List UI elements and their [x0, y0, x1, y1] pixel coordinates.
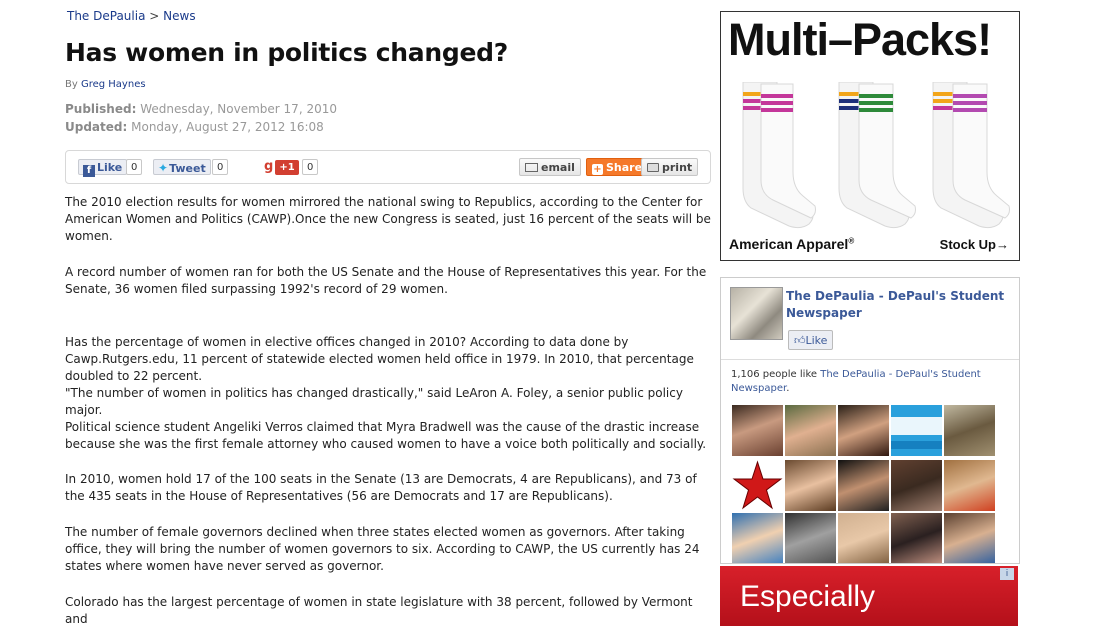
tweet-button[interactable]: ✦Tweet — [153, 159, 211, 175]
facebook-like-box: The DePaulia - DePaul's Student Newspape… — [720, 277, 1020, 564]
facebook-like-label: Like — [97, 161, 123, 174]
share-label: Share — [606, 161, 643, 174]
ad-headline: Multi–Packs! — [728, 14, 992, 65]
article-dates: Published: Wednesday, November 17, 2010 … — [65, 100, 337, 136]
fan-avatar[interactable] — [785, 405, 836, 456]
sock-pack-image — [742, 82, 816, 229]
google-plus-button[interactable]: g +1 — [264, 159, 299, 175]
tweet-count: 0 — [212, 159, 229, 175]
breadcrumb: The DePaulia > News — [67, 9, 196, 23]
divider — [721, 359, 1019, 360]
published-label: Published: — [65, 102, 137, 116]
sock-pack-image — [838, 82, 916, 229]
share-button[interactable]: + Share — [586, 158, 649, 176]
sock-pack-image — [932, 82, 1010, 229]
fan-avatar[interactable] — [732, 405, 783, 456]
print-button[interactable]: print — [641, 158, 699, 176]
breadcrumb-site-link[interactable]: The DePaulia — [67, 9, 145, 23]
google-icon: g — [264, 159, 274, 174]
article-paragraph: Colorado has the largest percentage of w… — [65, 595, 693, 626]
advertisement-banner-bottom[interactable]: Especially i — [720, 566, 1018, 626]
twitter-icon: ✦ — [158, 161, 169, 175]
printer-icon — [647, 163, 659, 172]
fan-avatar[interactable] — [732, 460, 783, 511]
fan-count-end: . — [786, 383, 790, 394]
page-margin — [1023, 0, 1115, 612]
page-title: Has women in politics changed? — [65, 38, 508, 67]
facebook-page-like-button[interactable]: 👍︎Like — [788, 330, 834, 350]
envelope-icon — [525, 163, 538, 172]
fan-avatar[interactable] — [944, 513, 995, 563]
print-label: print — [662, 161, 693, 174]
published-date: Wednesday, November 17, 2010 — [140, 102, 337, 116]
google-plus-label: +1 — [275, 160, 299, 175]
fan-avatar-graphic — [891, 405, 942, 456]
sock-image — [858, 83, 916, 219]
updated-date: Monday, August 27, 2012 16:08 — [131, 120, 324, 134]
ad-brand-label: American Apparel — [729, 236, 849, 252]
ad-brand-mark: ® — [848, 236, 855, 246]
article-paragraph: "The number of women in politics has cha… — [65, 386, 683, 417]
fan-avatar[interactable] — [944, 405, 995, 456]
fan-avatar[interactable] — [785, 513, 836, 563]
facebook-page-name[interactable]: The DePaulia - DePaul's Student Newspape… — [786, 288, 1014, 322]
ad-choices-icon[interactable]: i — [1000, 568, 1014, 580]
article-paragraph: The 2010 election results for women mirr… — [65, 195, 711, 243]
plus-icon: + — [592, 164, 603, 175]
ad-brand-name: American Apparel® — [729, 236, 854, 252]
page-thumbnail-image[interactable] — [730, 287, 783, 340]
email-label: email — [541, 161, 575, 174]
article-paragraph: A record number of women ran for both th… — [65, 265, 707, 296]
fan-avatar[interactable] — [838, 460, 889, 511]
ad-bottom-text: Especially — [740, 580, 876, 613]
google-plus-count: 0 — [302, 159, 319, 175]
sock-image — [952, 83, 1010, 219]
fan-avatar[interactable] — [891, 460, 942, 511]
share-bar: f Like 0 ✦Tweet 0 g +1 0 email + Share prin… — [65, 150, 711, 184]
facebook-page-like-label: Like — [805, 334, 828, 347]
article-paragraph: Has the percentage of women in elective … — [65, 335, 694, 383]
byline: By Greg Haynes — [65, 79, 146, 90]
article-paragraph: In 2010, women hold 17 of the 100 seats … — [65, 472, 697, 503]
fan-avatar[interactable] — [838, 405, 889, 456]
article-paragraph: Political science student Angeliki Verro… — [65, 420, 707, 451]
ad-call-to-action[interactable]: Stock Up→ — [940, 237, 1009, 252]
byline-label: By — [65, 79, 78, 90]
facebook-like-button[interactable]: f Like — [78, 159, 128, 177]
fan-avatar[interactable] — [944, 460, 995, 511]
tweet-label: Tweet — [169, 162, 206, 175]
fan-count-text: 1,106 people like — [731, 369, 818, 380]
fan-avatar[interactable] — [785, 460, 836, 511]
breadcrumb-section-link[interactable]: News — [163, 9, 195, 23]
facebook-fan-count: 1,106 people like The DePaulia - DePaul'… — [731, 368, 1011, 396]
advertisement-banner[interactable]: Multi–Packs! American Apparel® Stock Up→ — [720, 11, 1020, 261]
fan-avatar[interactable] — [891, 405, 942, 456]
fan-avatar[interactable] — [838, 513, 889, 563]
sock-image — [760, 83, 816, 219]
facebook-like-count: 0 — [126, 159, 143, 175]
author-link[interactable]: Greg Haynes — [81, 79, 146, 90]
facebook-icon: f — [83, 165, 95, 177]
star-icon — [732, 460, 783, 510]
thumbs-up-icon: 👍︎ — [794, 334, 806, 347]
email-button[interactable]: email — [519, 158, 581, 176]
fan-avatar[interactable] — [732, 513, 783, 563]
fan-avatar[interactable] — [891, 513, 942, 563]
article-paragraph: The number of female governors declined … — [65, 525, 700, 573]
breadcrumb-separator: > — [149, 9, 160, 23]
updated-label: Updated: — [65, 120, 128, 134]
